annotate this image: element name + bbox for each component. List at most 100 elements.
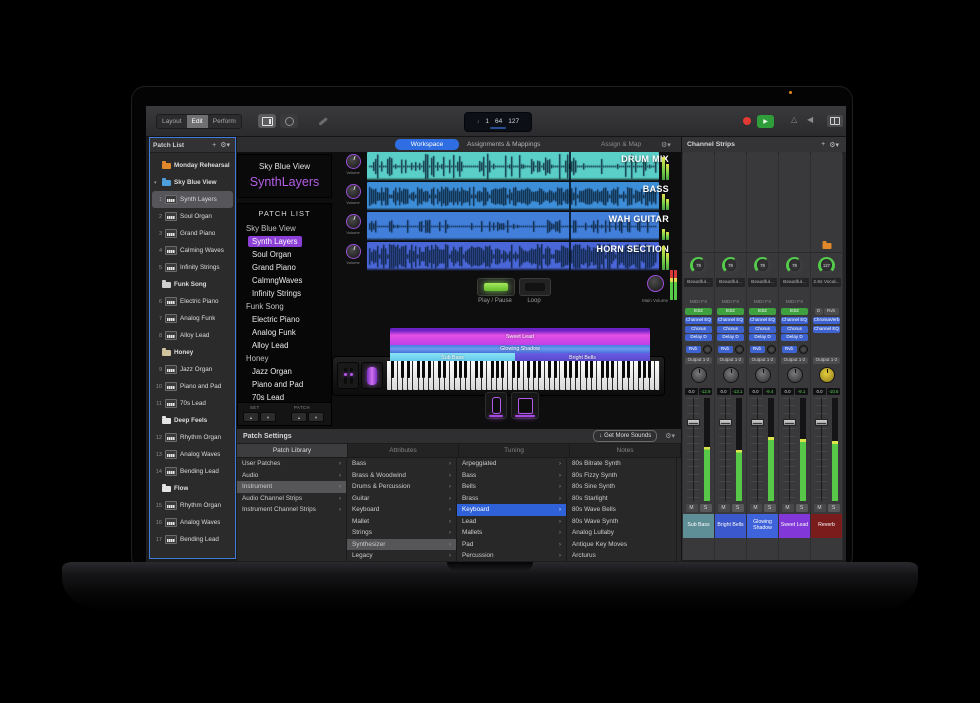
patch-widget-patch-row[interactable]: Analog Funk [238, 326, 331, 339]
volume-knob[interactable] [346, 154, 361, 169]
strip-mini-button[interactable]: D [815, 308, 823, 315]
preset-knob[interactable]: 127 [818, 257, 835, 274]
channel-strip-name[interactable]: Sub Bass [683, 514, 714, 538]
send-button[interactable]: Rvb [782, 346, 797, 353]
preset-knob[interactable]: 79 [722, 257, 739, 274]
library-row[interactable]: 80s Starlight [567, 493, 676, 505]
insert-fx-button[interactable]: ChromaVerb [813, 317, 840, 324]
pan-knob[interactable] [691, 367, 707, 383]
patch-widget-patch-row[interactable]: Jazz Organ [238, 365, 331, 378]
library-row[interactable]: Pad› [457, 539, 566, 551]
sidebar-item-patch[interactable]: 1170s Lead [150, 395, 235, 412]
patch-settings-action-menu[interactable]: ⚙▾ [665, 432, 675, 440]
sidebar-item-patch[interactable]: 2Soul Organ [150, 208, 235, 225]
fader-thumb[interactable] [719, 419, 732, 426]
loop-screen-button[interactable] [519, 278, 551, 296]
library-row[interactable]: Legacy› [347, 550, 456, 562]
insert-fx-button[interactable]: Chorus [749, 326, 776, 333]
metronome-icon[interactable]: △ [791, 116, 797, 124]
patch-settings-tab-tuning[interactable]: Tuning [459, 444, 570, 457]
waveform-region[interactable] [367, 182, 659, 211]
send-button[interactable]: Rvb [686, 346, 701, 353]
send-button[interactable]: Rvb [750, 346, 765, 353]
mute-button[interactable]: M [782, 504, 794, 512]
solo-button[interactable]: S [828, 504, 840, 512]
fader-thumb[interactable] [783, 419, 796, 426]
instrument-button[interactable]: ES2 [685, 308, 712, 315]
sidebar-item-patch[interactable]: 15Rhythm Organ [150, 497, 235, 514]
library-row[interactable]: Bass› [457, 470, 566, 482]
patch-widget-set-row[interactable]: Honey [238, 352, 331, 365]
library-row[interactable]: Mallet› [347, 516, 456, 528]
library-row[interactable]: Synthesizer› [347, 539, 456, 551]
volume-knob[interactable] [346, 244, 361, 259]
instrument-button[interactable]: ES2 [749, 308, 776, 315]
play-pause-screen-button[interactable] [477, 278, 515, 296]
next-set-button[interactable]: ▼ [260, 412, 276, 422]
mode-edit[interactable]: Edit [187, 115, 208, 128]
insert-fx-button[interactable]: Channel EQ [749, 317, 776, 324]
track-volume-control[interactable]: Volume [339, 242, 367, 271]
patch-widget-patch-row[interactable]: Infinity Strings [238, 287, 331, 300]
sidebar-item-patch[interactable]: 7Analog Funk [150, 310, 235, 327]
sidebar-item-patch[interactable]: 1Synth Layers [152, 191, 233, 208]
sidebar-item-patch[interactable]: 14Bending Lead [150, 463, 235, 480]
waveform-region[interactable] [367, 152, 659, 181]
insert-fx-button[interactable]: Chorus [685, 326, 712, 333]
channel-strip-inspector-button[interactable] [280, 114, 298, 128]
library-row[interactable]: User Patches› [237, 458, 346, 470]
sidebar-item-patch[interactable]: 10Piano and Pad [150, 378, 235, 395]
library-row[interactable]: 80s Fizzy Synth [567, 470, 676, 482]
mode-perform[interactable]: Perform [208, 115, 241, 128]
library-row[interactable]: Audio Channel Strips› [237, 493, 346, 505]
track-volume-control[interactable]: Volume [339, 212, 367, 241]
channel-strip[interactable]: 79Beautiful...MIDI FXES2Channel EQChorus… [779, 152, 810, 560]
sidebar-item-set[interactable]: Flow [150, 480, 235, 497]
instrument-button[interactable]: ES2 [717, 308, 744, 315]
insert-fx-button[interactable]: Chorus [717, 326, 744, 333]
mode-layout[interactable]: Layout [157, 115, 187, 128]
sidebar-item-patch[interactable]: 5Infinity Strings [150, 259, 235, 276]
next-patch-button[interactable]: ▼ [308, 412, 324, 422]
panel-toggle-button[interactable] [827, 115, 843, 127]
channel-strip[interactable]: 79Beautiful...MIDI FXES2Channel EQChorus… [715, 152, 746, 560]
solo-button[interactable]: S [796, 504, 808, 512]
output-button[interactable]: Output 1-2 [781, 357, 808, 364]
send-knob[interactable] [735, 345, 744, 354]
channel-strip[interactable]: 79Beautiful...MIDI FXES2Channel EQChorus… [747, 152, 778, 560]
fader-thumb[interactable] [815, 419, 828, 426]
preset-knob[interactable]: 79 [786, 257, 803, 274]
library-row[interactable]: 80s Wave Synth [567, 516, 676, 528]
sidebar-item-patch[interactable]: 8Alloy Lead [150, 327, 235, 344]
sidebar-item-patch[interactable]: 16Analog Waves [150, 514, 235, 531]
sidebar-item-set[interactable]: ▾Sky Blue View [150, 174, 235, 191]
layer-sweet-lead[interactable]: Sweet Lead [390, 328, 650, 345]
patch-widget-patch-row[interactable]: CalmngWaves [238, 274, 331, 287]
output-button[interactable]: Output 1-2 [813, 357, 840, 364]
library-row[interactable]: Arcturus [567, 550, 676, 562]
volume-knob[interactable] [346, 184, 361, 199]
mod-wheel-pad[interactable] [361, 362, 383, 389]
preset-knob[interactable]: 79 [690, 257, 707, 274]
channel-strip[interactable]: 79Beautiful...MIDI FXES2Channel EQChorus… [683, 152, 714, 560]
assign-map-button[interactable]: Assign & Map [601, 139, 641, 150]
play-button[interactable]: ▶ [757, 115, 774, 128]
pan-knob[interactable] [787, 367, 803, 383]
mode-switcher[interactable]: Layout Edit Perform [156, 114, 242, 129]
output-button[interactable]: Output 1-2 [749, 357, 776, 364]
output-button[interactable]: Output 1-2 [717, 357, 744, 364]
workspace-action-menu[interactable]: ⚙▾ [661, 139, 671, 150]
patch-list-widget[interactable]: PATCH LIST Sky Blue ViewSynth LayersSoul… [237, 203, 332, 426]
insert-fx-button[interactable]: Delay D [717, 334, 744, 341]
sidebar-item-set[interactable]: Honey [150, 344, 235, 361]
patch-list-action-menu[interactable]: ⚙▾ [218, 141, 232, 149]
mute-button[interactable]: M [718, 504, 730, 512]
add-channel-strip-button[interactable]: + [819, 141, 827, 148]
mute-button[interactable]: M [814, 504, 826, 512]
tab-assignments-mappings[interactable]: Assignments & Mappings [467, 139, 540, 150]
library-row[interactable]: Bells› [457, 481, 566, 493]
sidebar-item-patch[interactable]: 17Bending Lead [150, 531, 235, 548]
tab-workspace[interactable]: Workspace [395, 139, 459, 150]
disclosure-triangle-icon[interactable]: ▾ [154, 180, 159, 186]
library-row[interactable]: Percussion› [457, 550, 566, 562]
